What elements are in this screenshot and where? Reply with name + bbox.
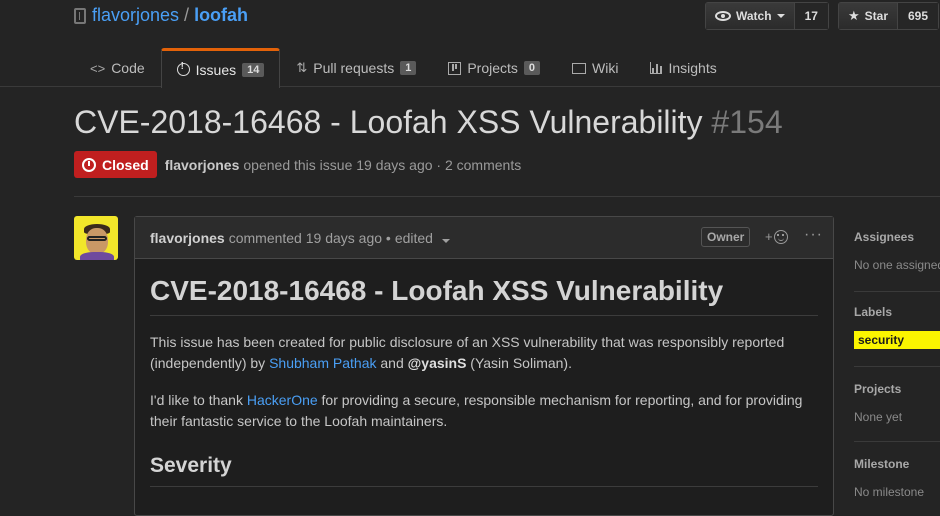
text-fragment: I'd like to thank: [150, 392, 247, 408]
milestone-section: Milestone No milestone: [854, 457, 940, 505]
issue-meta-text: opened this issue 19 days ago · 2 commen…: [243, 156, 522, 173]
issue-closed-icon: [82, 157, 96, 172]
issue-title: CVE-2018-16468 - Loofah XSS Vulnerabilit…: [74, 104, 783, 141]
watch-button[interactable]: Watch: [706, 3, 795, 29]
project-icon: [448, 61, 462, 75]
add-reaction-button[interactable]: +: [765, 229, 788, 244]
comment-box: flavorjones commented 19 days ago • edit…: [134, 216, 834, 516]
header-divider: [74, 196, 940, 197]
tab-wiki[interactable]: Wiki: [556, 48, 634, 87]
comment-heading: CVE-2018-16468 - Loofah XSS Vulnerabilit…: [150, 275, 818, 316]
edited-dropdown[interactable]: edited: [395, 230, 450, 246]
issue-title-text: CVE-2018-16468 - Loofah XSS Vulnerabilit…: [74, 104, 703, 140]
status-badge: Closed: [74, 151, 157, 178]
tab-insights[interactable]: Insights: [634, 48, 732, 87]
graph-icon: [650, 62, 663, 74]
repo-header: flavorjones / loofah Watch 17 ★ Star 695…: [0, 0, 940, 88]
tab-counter: 14: [242, 62, 265, 77]
labels-title: Labels: [854, 305, 893, 319]
eye-icon: [715, 11, 731, 21]
book-icon: [572, 62, 587, 74]
issue-icon: [176, 61, 190, 76]
issue-number: #154: [711, 104, 783, 140]
chevron-down-icon: [776, 14, 785, 18]
assignees-section: Assignees No one assigned: [854, 230, 940, 292]
tab-label: Insights: [668, 60, 717, 76]
comment-header: flavorjones commented 19 days ago • edit…: [135, 217, 833, 259]
repo-owner-link[interactable]: flavorjones: [92, 5, 179, 26]
edited-label: edited: [394, 229, 433, 246]
tab-label: Issues: [195, 61, 237, 78]
milestone-value: No milestone: [854, 485, 925, 499]
watch-group: Watch 17: [705, 2, 829, 30]
status-label: Closed: [102, 156, 149, 173]
repo-title: flavorjones / loofah: [74, 5, 248, 26]
repo-separator: /: [184, 5, 190, 25]
issue-meta: Closed flavorjones opened this issue 19 …: [74, 151, 521, 178]
assignees-title: Assignees: [854, 230, 915, 244]
tab-counter: 0: [523, 61, 541, 75]
tab-counter: 1: [400, 61, 417, 75]
comment-body: CVE-2018-16468 - Loofah XSS Vulnerabilit…: [135, 275, 833, 487]
labels-section: Labels security: [854, 305, 940, 367]
tab-label: Code: [111, 60, 145, 76]
star-group: ★ Star 695: [838, 2, 940, 30]
repo-name-link[interactable]: loofah: [194, 5, 248, 26]
comment-paragraph: This issue has been created for public d…: [150, 332, 818, 374]
smiley-icon: [773, 229, 788, 244]
watch-label: Watch: [736, 9, 772, 23]
projects-title: Projects: [854, 382, 902, 396]
text-fragment: and: [376, 355, 408, 371]
code-icon: <>: [90, 60, 106, 76]
hackerone-link[interactable]: HackerOne: [247, 392, 318, 408]
tab-issues[interactable]: Issues 14: [160, 48, 281, 88]
projects-value: None yet: [854, 410, 903, 424]
milestone-title: Milestone: [854, 457, 910, 471]
more-options-icon[interactable]: ···: [804, 226, 823, 244]
assignees-value: No one assigned: [854, 258, 940, 272]
shubham-pathak-link[interactable]: Shubham Pathak: [269, 355, 376, 371]
label-security[interactable]: security: [854, 331, 940, 349]
avatar[interactable]: [74, 216, 118, 260]
avatar-face: [86, 228, 108, 254]
pull-request-icon: ⇅: [296, 60, 308, 75]
mention-yasins[interactable]: @yasinS: [408, 355, 467, 371]
issue-author-link[interactable]: flavorjones: [165, 157, 240, 173]
tab-projects[interactable]: Projects 0: [432, 48, 556, 87]
star-icon: ★: [848, 8, 860, 23]
comment-time[interactable]: commented 19 days ago •: [229, 230, 391, 246]
comment-paragraph: I'd like to thank HackerOne for providin…: [150, 390, 818, 432]
plus-label: +: [765, 229, 773, 244]
tab-label: Pull requests: [313, 60, 395, 76]
tab-pull-requests[interactable]: ⇅ Pull requests 1: [280, 48, 432, 87]
severity-heading: Severity: [150, 454, 818, 487]
star-button[interactable]: ★ Star: [839, 3, 898, 29]
owner-badge: Owner: [701, 227, 751, 247]
avatar-glasses: [87, 236, 107, 241]
repo-nav-tabs: <> Code Issues 14 ⇅ Pull requests 1 Proj…: [74, 48, 733, 88]
chevron-down-icon: [441, 238, 450, 243]
repo-icon: [74, 7, 86, 24]
projects-section: Projects None yet: [854, 382, 940, 442]
star-label: Star: [864, 9, 888, 23]
star-count[interactable]: 695: [898, 3, 939, 29]
tab-code[interactable]: <> Code: [74, 48, 161, 87]
avatar-shirt: [80, 252, 114, 260]
watch-count[interactable]: 17: [794, 3, 828, 29]
text-fragment: (Yasin Soliman).: [466, 355, 572, 371]
tab-label: Wiki: [592, 60, 619, 76]
comment-author-link[interactable]: flavorjones: [150, 230, 225, 246]
tab-label: Projects: [467, 60, 518, 76]
